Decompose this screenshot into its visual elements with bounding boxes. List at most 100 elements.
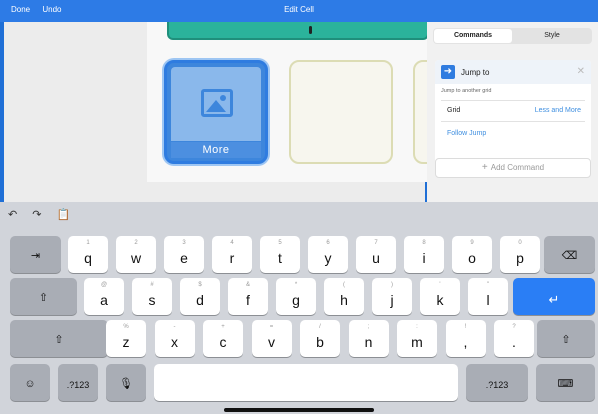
key-q[interactable]: 1q — [68, 236, 108, 273]
key-char: , — [463, 334, 468, 350]
follow-jump-link[interactable]: Follow Jump — [447, 130, 486, 137]
shift-left-key[interactable]: ⇧ — [10, 278, 77, 315]
keyboard: ↶ ↷ 📋 ⇥ 1q2w3e4r5t6y7u8i9o0p ⌫ ⇧ @ a # s $ d &… — [0, 202, 598, 414]
key-hint: $ — [198, 282, 202, 288]
numbers-label: .?123 — [66, 380, 90, 390]
backspace-key[interactable]: ⌫ — [544, 236, 595, 273]
key-x[interactable]: -x — [154, 320, 195, 357]
key-f[interactable]: & f — [228, 278, 268, 315]
grid-key: Grid — [447, 107, 461, 114]
key-u[interactable]: 7u — [356, 236, 396, 273]
key-hint: 9 — [470, 240, 474, 246]
tab-key[interactable]: ⇥ — [10, 236, 61, 273]
space-key[interactable] — [154, 364, 458, 401]
key-i[interactable]: 8i — [404, 236, 444, 273]
key-hint: ( — [343, 282, 345, 288]
key-hint: 7 — [374, 240, 378, 246]
command-header: ➜ Jump to ✕ — [435, 60, 591, 84]
key-c[interactable]: + c — [203, 320, 243, 357]
undo-icon[interactable]: ↶ — [8, 208, 17, 221]
key-comma[interactable]: !, — [445, 320, 486, 357]
redo-icon[interactable]: ↷ — [32, 208, 41, 221]
key-hint: 0 — [518, 240, 522, 246]
key-char: o — [468, 250, 476, 266]
key-char: u — [372, 250, 380, 266]
key-k[interactable]: ' k — [420, 278, 460, 315]
hide-keyboard-key[interactable]: ⌨ — [536, 364, 595, 401]
tab-commands[interactable]: Commands — [434, 29, 512, 43]
key-j[interactable]: ) j — [372, 278, 412, 315]
key-hint: % — [123, 324, 129, 330]
selected-cell[interactable]: More — [164, 60, 268, 164]
shift-icon: ⇧ — [54, 334, 64, 346]
dictation-key[interactable]: 🎙 — [106, 364, 146, 401]
key-o[interactable]: 9o — [452, 236, 492, 273]
shift-right-key[interactable]: ⇧ — [537, 320, 595, 357]
cell-label: More — [171, 142, 261, 158]
key-char: v — [268, 334, 275, 350]
key-y[interactable]: 6y — [308, 236, 348, 273]
key-char: g — [292, 292, 300, 308]
grid-row[interactable]: Grid Less and More — [441, 100, 585, 122]
key-z[interactable]: % z — [106, 320, 146, 357]
key-b[interactable]: / b — [300, 320, 340, 357]
paste-icon[interactable]: 📋 — [57, 208, 71, 221]
key-l[interactable]: " l — [468, 278, 508, 315]
key-hint: = — [269, 324, 274, 330]
key-hint: 8 — [422, 240, 426, 246]
command-card: ➜ Jump to ✕ Jump to another grid Grid Le… — [435, 60, 591, 168]
key-hint: ' — [439, 282, 441, 288]
key-s[interactable]: # s — [132, 278, 172, 315]
key-g[interactable]: * g — [276, 278, 316, 315]
command-title: Jump to — [461, 68, 490, 77]
key-char: b — [316, 334, 324, 350]
add-command-label: Add Command — [490, 163, 545, 172]
key-hint: : — [416, 324, 418, 330]
key-hint: 6 — [326, 240, 330, 246]
key-char: s — [148, 292, 156, 308]
key-hint: ! — [464, 324, 467, 330]
key-char: l — [486, 292, 490, 308]
key-hint: 1 — [86, 240, 90, 246]
key-t[interactable]: 5t — [260, 236, 300, 273]
key-char: r — [229, 250, 235, 266]
segmented-control: Commands Style — [433, 28, 592, 44]
key-h[interactable]: (h — [324, 278, 364, 315]
key-r[interactable]: 4r — [212, 236, 252, 273]
inspector-panel: Commands Style ➜ Jump to ✕ Jump to anoth… — [427, 22, 598, 202]
key-hint: 2 — [134, 240, 138, 246]
cell-image-area — [171, 67, 261, 141]
key-period[interactable]: ?. — [494, 320, 534, 357]
return-key[interactable]: ↵ — [513, 278, 595, 315]
key-a[interactable]: @ a — [84, 278, 124, 315]
key-n[interactable]: ; n — [348, 320, 389, 357]
key-m[interactable]: :m — [397, 320, 437, 357]
empty-cell[interactable] — [289, 60, 393, 164]
add-command-button[interactable]: + Add Command — [435, 158, 591, 178]
message-bar[interactable] — [167, 22, 429, 40]
key-char: k — [436, 292, 444, 308]
emoji-key[interactable]: ☺ — [10, 364, 50, 401]
key-d[interactable]: $ d — [180, 278, 220, 315]
key-char: j — [390, 292, 394, 308]
key-v[interactable]: = v — [251, 320, 292, 357]
shift-left-key[interactable]: ⇧ — [10, 320, 108, 357]
numbers-key-left[interactable]: .?123 — [58, 364, 98, 401]
key-hint: ? — [512, 324, 516, 330]
backspace-icon: ⌫ — [561, 250, 578, 262]
cursor-handle — [309, 26, 312, 34]
tab-style[interactable]: Style — [513, 29, 591, 43]
key-char: p — [516, 250, 524, 266]
command-description: Jump to another grid — [441, 88, 492, 94]
image-placeholder-icon — [201, 89, 233, 117]
grid-value[interactable]: Less and More — [535, 107, 581, 114]
key-char: x — [171, 334, 178, 350]
plus-icon: + — [481, 162, 488, 173]
key-e[interactable]: 3e — [164, 236, 204, 273]
key-w[interactable]: 2w — [116, 236, 156, 273]
shift-icon: ⇧ — [561, 334, 571, 346]
key-char: h — [340, 292, 348, 308]
close-icon[interactable]: ✕ — [577, 66, 585, 77]
key-p[interactable]: 0p — [500, 236, 540, 273]
numbers-key-right[interactable]: .?123 — [466, 364, 528, 401]
